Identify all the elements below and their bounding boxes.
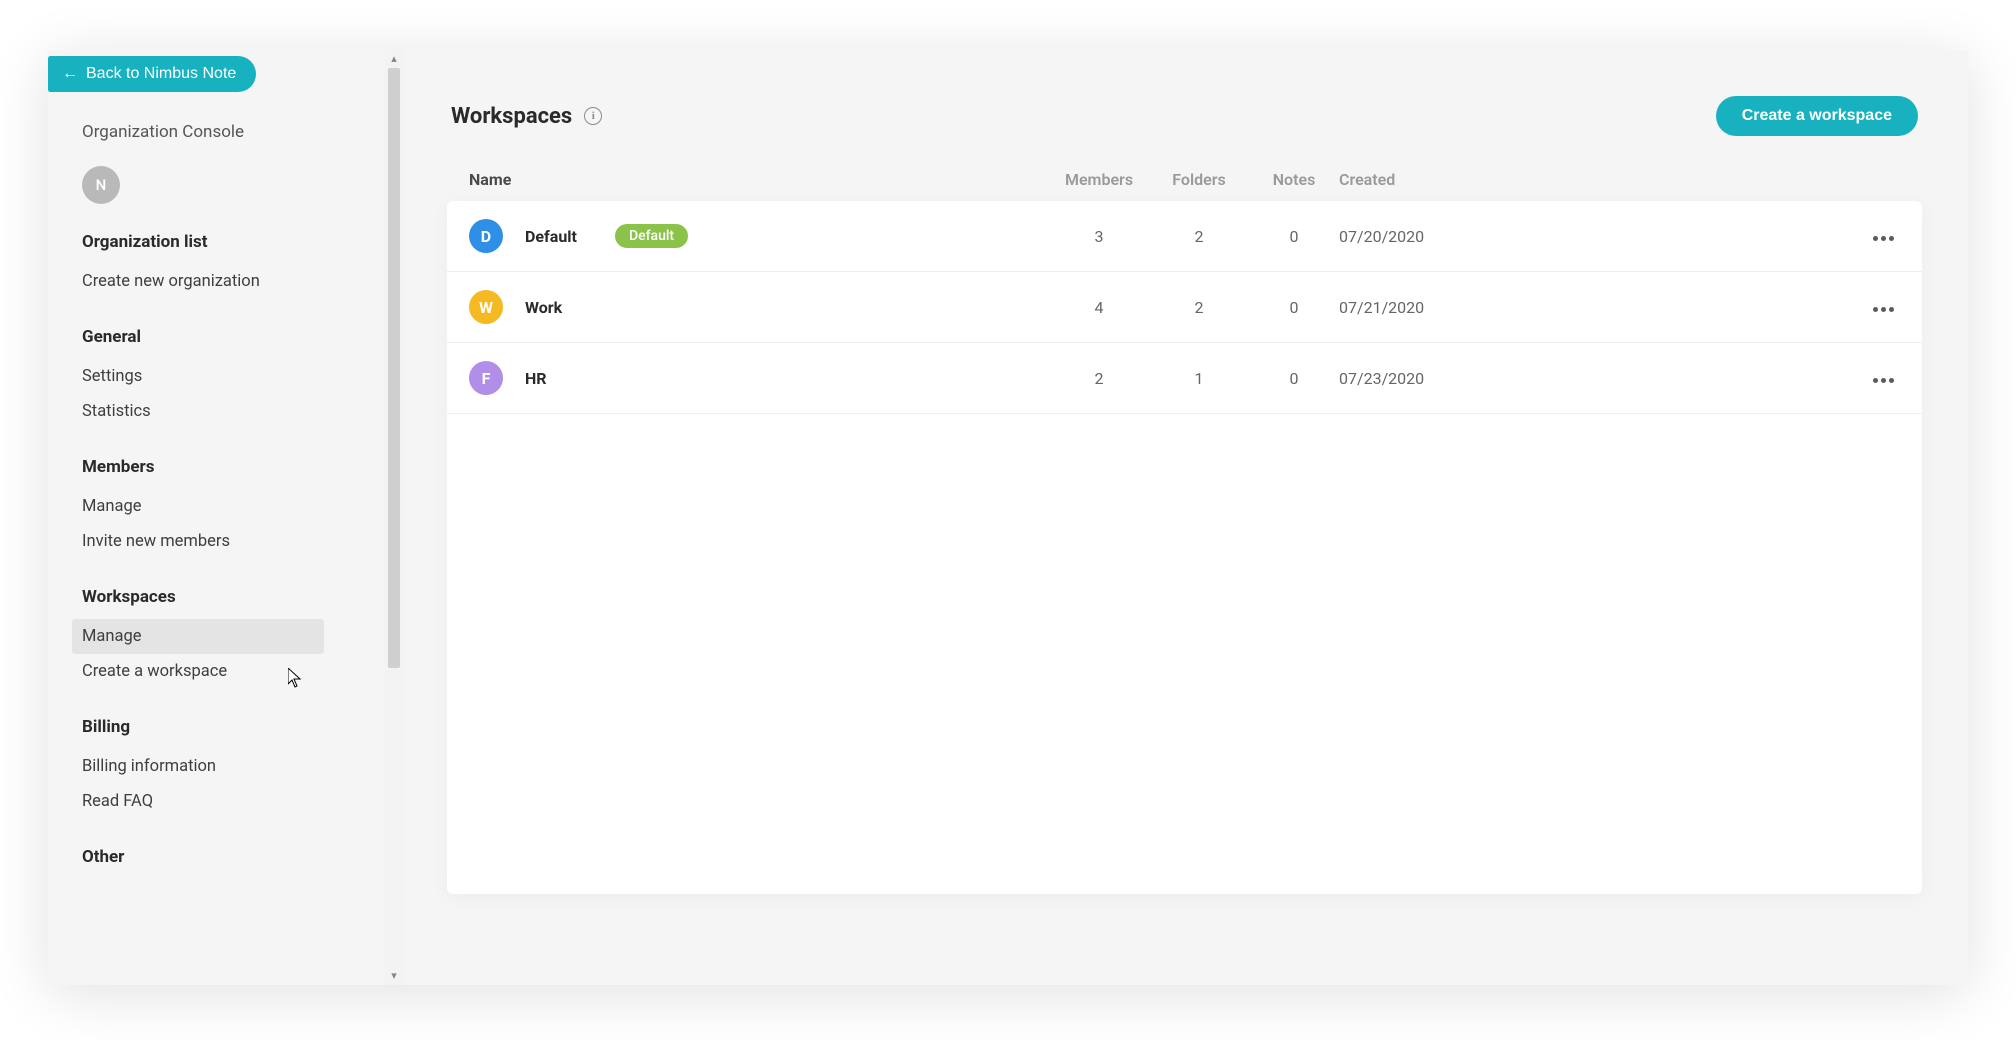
workspace-name: HR [525, 369, 547, 388]
default-badge: Default [615, 224, 688, 248]
sidebar: ← Back to Nimbus Note Organization Conso… [48, 50, 403, 985]
more-options-icon[interactable] [1867, 301, 1900, 318]
back-to-nimbus-button[interactable]: ← Back to Nimbus Note [48, 56, 256, 92]
cell-notes: 0 [1249, 298, 1339, 317]
sidebar-item[interactable]: Create new organization [72, 264, 383, 299]
cell-actions [1469, 297, 1900, 318]
sidebar-item[interactable]: Manage [72, 619, 324, 654]
scroll-down-arrow-icon[interactable]: ▾ [385, 967, 403, 985]
sidebar-item[interactable]: Billing information [72, 749, 383, 784]
app-window: ← Back to Nimbus Note Organization Conso… [48, 50, 1968, 985]
back-button-label: Back to Nimbus Note [86, 65, 236, 83]
cell-name: W Work [469, 290, 1049, 324]
org-avatar[interactable]: N [82, 166, 120, 204]
sidebar-item[interactable]: Read FAQ [72, 784, 383, 819]
cell-members: 4 [1049, 298, 1149, 317]
sidebar-group: MembersManageInvite new members [82, 457, 383, 559]
sidebar-heading: General [82, 327, 383, 347]
sidebar-group: WorkspacesManageCreate a workspace [82, 587, 383, 689]
col-header-notes: Notes [1249, 170, 1339, 189]
table-row[interactable]: F HR 21007/23/2020 [447, 343, 1922, 414]
workspace-avatar: D [469, 219, 503, 253]
sidebar-group: Other [82, 847, 383, 867]
col-header-folders: Folders [1149, 170, 1249, 189]
sidebar-item[interactable]: Create a workspace [72, 654, 383, 689]
table-row[interactable]: W Work 42007/21/2020 [447, 272, 1922, 343]
cell-members: 2 [1049, 369, 1149, 388]
scroll-up-arrow-icon[interactable]: ▴ [385, 50, 403, 68]
table-column-headers: Name Members Folders Notes Created [447, 170, 1922, 201]
workspace-name: Default [525, 227, 577, 246]
sidebar-item[interactable]: Manage [72, 489, 383, 524]
more-options-icon[interactable] [1867, 230, 1900, 247]
sidebar-group: GeneralSettingsStatistics [82, 327, 383, 429]
main-header: Workspaces Create a workspace [447, 96, 1922, 136]
workspace-avatar: W [469, 290, 503, 324]
sidebar-heading: Workspaces [82, 587, 383, 607]
main-title-wrap: Workspaces [451, 104, 602, 129]
workspace-name: Work [525, 298, 562, 317]
cell-folders: 2 [1149, 298, 1249, 317]
more-options-icon[interactable] [1867, 372, 1900, 389]
create-workspace-button[interactable]: Create a workspace [1716, 96, 1918, 136]
cell-name: F HR [469, 361, 1049, 395]
sidebar-heading: Billing [82, 717, 383, 737]
sidebar-scrollbar[interactable]: ▴ ▾ [385, 50, 403, 985]
sidebar-heading: Other [82, 847, 383, 867]
cell-created: 07/21/2020 [1339, 298, 1469, 317]
sidebar-heading: Members [82, 457, 383, 477]
sidebar-item[interactable]: Invite new members [72, 524, 383, 559]
info-icon[interactable] [584, 107, 602, 125]
scrollbar-thumb[interactable] [388, 68, 400, 668]
workspaces-table: Name Members Folders Notes Created D Defa… [447, 170, 1922, 894]
cell-name: D Default Default [469, 219, 1049, 253]
sidebar-item[interactable]: Statistics [72, 394, 383, 429]
sidebar-heading: Organization list [82, 232, 383, 252]
cell-folders: 2 [1149, 227, 1249, 246]
cell-actions [1469, 226, 1900, 247]
cell-folders: 1 [1149, 369, 1249, 388]
col-header-members: Members [1049, 170, 1149, 189]
cell-created: 07/23/2020 [1339, 369, 1469, 388]
table-body: DDefaultDefault32007/20/2020WWork42007/2… [447, 201, 1922, 894]
cell-created: 07/20/2020 [1339, 227, 1469, 246]
sidebar-content: Organization Console N Organization list… [48, 92, 403, 985]
arrow-left-icon: ← [62, 66, 78, 82]
sidebar-item[interactable]: Settings [72, 359, 383, 394]
cell-notes: 0 [1249, 227, 1339, 246]
workspace-avatar: F [469, 361, 503, 395]
cell-notes: 0 [1249, 369, 1339, 388]
col-header-name: Name [469, 170, 1049, 189]
cell-members: 3 [1049, 227, 1149, 246]
table-row[interactable]: D Default Default 32007/20/2020 [447, 201, 1922, 272]
sidebar-group: Organization listCreate new organization [82, 232, 383, 299]
org-console-title: Organization Console [82, 122, 383, 142]
main-content: Workspaces Create a workspace Name Membe… [403, 50, 1968, 985]
sidebar-group: BillingBilling informationRead FAQ [82, 717, 383, 819]
col-header-created: Created [1339, 170, 1469, 189]
page-title: Workspaces [451, 104, 572, 129]
cell-actions [1469, 368, 1900, 389]
